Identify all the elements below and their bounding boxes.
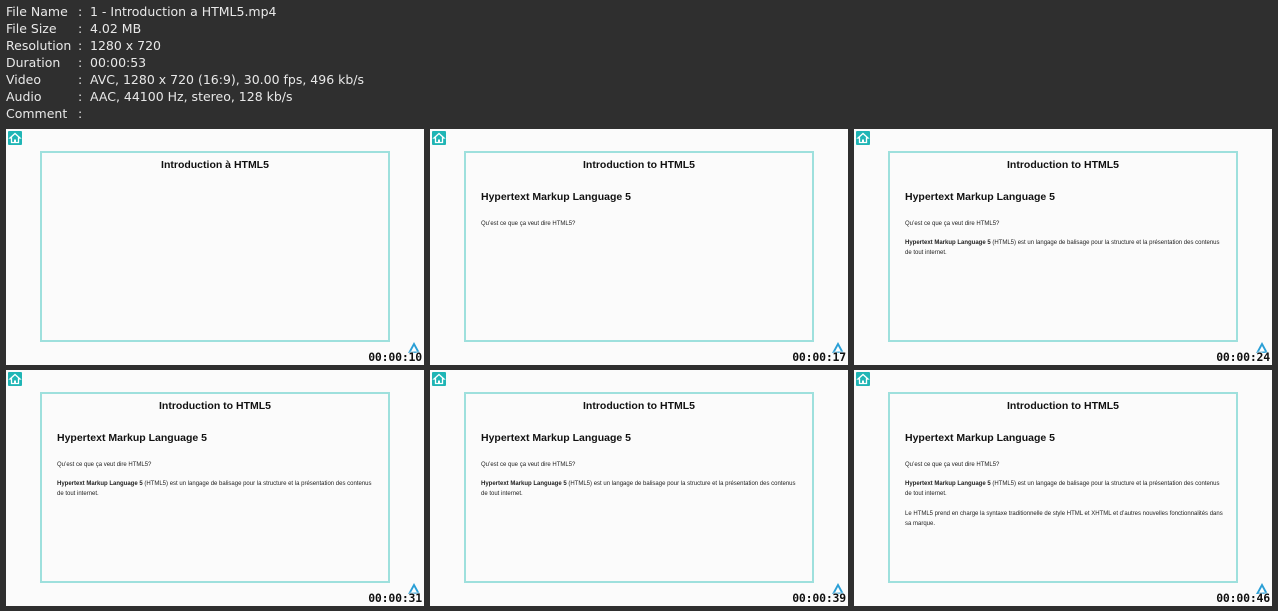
thumbnail-1[interactable]: Introduction à HTML5 00:00:10 — [6, 129, 424, 365]
slide-frame: Introduction to HTML5 Hypertext Markup L… — [40, 392, 390, 583]
meta-row-duration: Duration : 00:00:53 — [6, 54, 364, 71]
home-icon — [8, 372, 22, 386]
slide-question: Qu’est ce que ça veut dire HTML5? — [481, 221, 576, 227]
meta-value-duration: 00:00:53 — [90, 55, 147, 70]
thumbnail-6[interactable]: Introduction to HTML5 Hypertext Markup L… — [854, 370, 1272, 606]
meta-label: Video — [6, 72, 42, 87]
slide-paragraph-2: Le HTML5 prend en charge la syntaxe trad… — [905, 511, 1223, 527]
meta-label: Duration — [6, 55, 61, 70]
meta-row-file-name: File Name : 1 - Introduction a HTML5.mp4 — [6, 3, 364, 20]
slide-frame: Introduction to HTML5 Hypertext Markup L… — [464, 392, 814, 583]
meta-row-audio: Audio : AAC, 44100 Hz, stereo, 128 kb/s — [6, 88, 364, 105]
meta-value-resolution: 1280 x 720 — [90, 38, 162, 53]
slide-frame: Introduction to HTML5 Hypertext Markup L… — [464, 151, 814, 342]
slide-question: Qu’est ce que ça veut dire HTML5? — [57, 462, 152, 468]
slide-paragraph-1: Hypertext Markup Language 5 (HTML5) est … — [481, 480, 801, 499]
meta-row-resolution: Resolution : 1280 x 720 — [6, 37, 364, 54]
timestamp: 00:00:17 — [792, 350, 846, 364]
thumbnail-4[interactable]: Introduction to HTML5 Hypertext Markup L… — [6, 370, 424, 606]
paragraph-bold: Hypertext Markup Language 5 — [481, 481, 567, 487]
meta-row-file-size: File Size : 4.02 MB — [6, 20, 364, 37]
meta-label: File Name — [6, 4, 68, 19]
timestamp: 00:00:24 — [1216, 350, 1270, 364]
slide-paragraph-1: Hypertext Markup Language 5 (HTML5) est … — [57, 480, 377, 499]
meta-label: Resolution — [6, 38, 72, 53]
slide-title: Introduction to HTML5 — [159, 400, 271, 412]
file-info-panel: File Name : 1 - Introduction a HTML5.mp4… — [6, 3, 364, 122]
thumbnail-5[interactable]: Introduction to HTML5 Hypertext Markup L… — [430, 370, 848, 606]
timestamp: 00:00:31 — [368, 591, 422, 605]
meta-colon: : — [78, 106, 83, 121]
meta-label: File Size — [6, 21, 57, 36]
meta-value-file-name: 1 - Introduction a HTML5.mp4 — [90, 4, 277, 19]
meta-value-audio: AAC, 44100 Hz, stereo, 128 kb/s — [90, 89, 293, 104]
meta-label: Audio — [6, 89, 42, 104]
home-icon — [432, 372, 446, 386]
timestamp: 00:00:39 — [792, 591, 846, 605]
slide-question: Qu’est ce que ça veut dire HTML5? — [481, 462, 576, 468]
slide-title: Introduction à HTML5 — [161, 159, 269, 171]
slide-title: Introduction to HTML5 — [583, 400, 695, 412]
slide-title: Introduction to HTML5 — [1007, 159, 1119, 171]
slide-question: Qu’est ce que ça veut dire HTML5? — [905, 221, 1000, 227]
paragraph-bold: Hypertext Markup Language 5 — [905, 240, 991, 246]
meta-colon: : — [78, 89, 83, 104]
meta-row-comment: Comment : — [6, 105, 364, 122]
slide-frame: Introduction to HTML5 Hypertext Markup L… — [888, 392, 1238, 583]
slide-question: Qu’est ce que ça veut dire HTML5? — [905, 462, 1000, 468]
thumbnail-3[interactable]: Introduction to HTML5 Hypertext Markup L… — [854, 129, 1272, 365]
meta-value-video: AVC, 1280 x 720 (16:9), 30.00 fps, 496 k… — [90, 72, 365, 87]
home-icon — [432, 131, 446, 145]
timestamp: 00:00:46 — [1216, 591, 1270, 605]
slide-title: Introduction to HTML5 — [583, 159, 695, 171]
thumbnail-2[interactable]: Introduction to HTML5 Hypertext Markup L… — [430, 129, 848, 365]
home-icon — [856, 131, 870, 145]
meta-colon: : — [78, 21, 83, 36]
meta-label: Comment — [6, 106, 68, 121]
slide-frame: Introduction à HTML5 — [40, 151, 390, 342]
meta-value-file-size: 4.02 MB — [90, 21, 142, 36]
slide-paragraph-1: Hypertext Markup Language 5 (HTML5) est … — [905, 480, 1225, 499]
home-icon — [8, 131, 22, 145]
slide-subtitle: Hypertext Markup Language 5 — [57, 432, 207, 444]
meta-colon: : — [78, 55, 83, 70]
slide-subtitle: Hypertext Markup Language 5 — [481, 432, 631, 444]
timestamp: 00:00:10 — [368, 350, 422, 364]
slide-subtitle: Hypertext Markup Language 5 — [905, 432, 1055, 444]
slide-paragraph-1: Hypertext Markup Language 5 (HTML5) est … — [905, 239, 1225, 258]
meta-colon: : — [78, 38, 83, 53]
paragraph-bold: Hypertext Markup Language 5 — [905, 481, 991, 487]
slide-subtitle: Hypertext Markup Language 5 — [905, 191, 1055, 203]
meta-colon: : — [78, 72, 83, 87]
paragraph-bold: Hypertext Markup Language 5 — [57, 481, 143, 487]
slide-title: Introduction to HTML5 — [1007, 400, 1119, 412]
slide-subtitle: Hypertext Markup Language 5 — [481, 191, 631, 203]
meta-row-video: Video : AVC, 1280 x 720 (16:9), 30.00 fp… — [6, 71, 364, 88]
meta-colon: : — [78, 4, 83, 19]
home-icon — [856, 372, 870, 386]
slide-frame: Introduction to HTML5 Hypertext Markup L… — [888, 151, 1238, 342]
